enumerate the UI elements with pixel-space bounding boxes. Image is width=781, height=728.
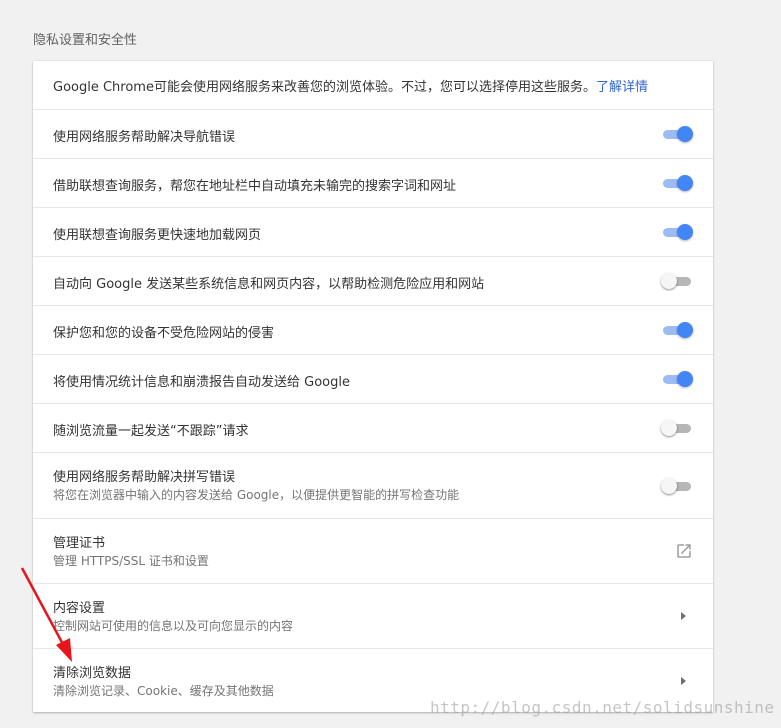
toggle-row-do-not-track[interactable]: 随浏览流量一起发送“不跟踪”请求 bbox=[33, 403, 713, 452]
content-settings-row[interactable]: 内容设置 控制网站可使用的信息以及可向您显示的内容 bbox=[33, 583, 713, 648]
toggle-row-safe-browsing-reports[interactable]: 自动向 Google 发送某些系统信息和网页内容，以帮助检测危险应用和网站 bbox=[33, 256, 713, 305]
toggle-label: 使用联想查询服务更快速地加载网页 bbox=[53, 228, 262, 243]
toggle-label: 将使用情况统计信息和崩溃报告自动发送给 Google bbox=[53, 375, 350, 390]
clear-browsing-data-sublabel: 清除浏览记录、Cookie、缓存及其他数据 bbox=[53, 684, 274, 698]
toggle-switch[interactable] bbox=[661, 476, 693, 496]
toggle-row-prefetch[interactable]: 使用联想查询服务更快速地加载网页 bbox=[33, 207, 713, 256]
section-title: 隐私设置和安全性 bbox=[33, 33, 138, 48]
privacy-settings-card: Google Chrome可能会使用网络服务来改善您的浏览体验。不过，您可以选择… bbox=[33, 61, 713, 712]
toggle-row-navigation-errors[interactable]: 使用网络服务帮助解决导航错误 bbox=[33, 109, 713, 158]
toggle-label: 保护您和您的设备不受危险网站的侵害 bbox=[53, 326, 275, 341]
toggle-row-safe-browsing[interactable]: 保护您和您的设备不受危险网站的侵害 bbox=[33, 305, 713, 354]
toggle-switch[interactable] bbox=[661, 124, 693, 144]
chevron-right-icon bbox=[681, 612, 686, 620]
toggle-sublabel: 将您在浏览器中输入的内容发送给 Google，以便提供更智能的拼写检查功能 bbox=[53, 488, 460, 502]
toggle-switch[interactable] bbox=[661, 418, 693, 438]
watermark-text: http://blog.csdn.net/solidsunshine bbox=[430, 698, 775, 717]
intro-text: Google Chrome可能会使用网络服务来改善您的浏览体验。不过，您可以选择… bbox=[53, 80, 648, 95]
manage-certificates-sublabel: 管理 HTTPS/SSL 证书和设置 bbox=[53, 554, 209, 568]
content-settings-label: 内容设置 bbox=[53, 601, 106, 616]
toggle-row-spelling[interactable]: 使用网络服务帮助解决拼写错误 将您在浏览器中输入的内容发送给 Google，以便… bbox=[33, 452, 713, 518]
clear-browsing-data-label: 清除浏览数据 bbox=[53, 666, 132, 681]
manage-certificates-row[interactable]: 管理证书 管理 HTTPS/SSL 证书和设置 bbox=[33, 518, 713, 583]
manage-certificates-label: 管理证书 bbox=[53, 536, 106, 551]
learn-more-link[interactable]: 了解详情 bbox=[596, 80, 648, 95]
toggle-switch[interactable] bbox=[661, 222, 693, 242]
toggle-label: 使用网络服务帮助解决导航错误 bbox=[53, 130, 236, 145]
toggle-label: 自动向 Google 发送某些系统信息和网页内容，以帮助检测危险应用和网站 bbox=[53, 277, 485, 292]
content-settings-sublabel: 控制网站可使用的信息以及可向您显示的内容 bbox=[53, 619, 294, 633]
toggle-row-autocomplete[interactable]: 借助联想查询服务，帮您在地址栏中自动填充未输完的搜索字词和网址 bbox=[33, 158, 713, 207]
toggle-switch[interactable] bbox=[661, 271, 693, 291]
toggle-switch[interactable] bbox=[661, 320, 693, 340]
chevron-right-icon bbox=[681, 677, 686, 685]
open-in-new-icon[interactable] bbox=[675, 542, 693, 560]
toggle-switch[interactable] bbox=[661, 173, 693, 193]
intro-row: Google Chrome可能会使用网络服务来改善您的浏览体验。不过，您可以选择… bbox=[33, 61, 713, 109]
toggle-switch[interactable] bbox=[661, 369, 693, 389]
toggle-label: 使用网络服务帮助解决拼写错误 bbox=[53, 470, 236, 485]
toggle-row-usage-stats[interactable]: 将使用情况统计信息和崩溃报告自动发送给 Google bbox=[33, 354, 713, 403]
toggle-label: 随浏览流量一起发送“不跟踪”请求 bbox=[53, 424, 249, 439]
toggle-label: 借助联想查询服务，帮您在地址栏中自动填充未输完的搜索字词和网址 bbox=[53, 179, 457, 194]
